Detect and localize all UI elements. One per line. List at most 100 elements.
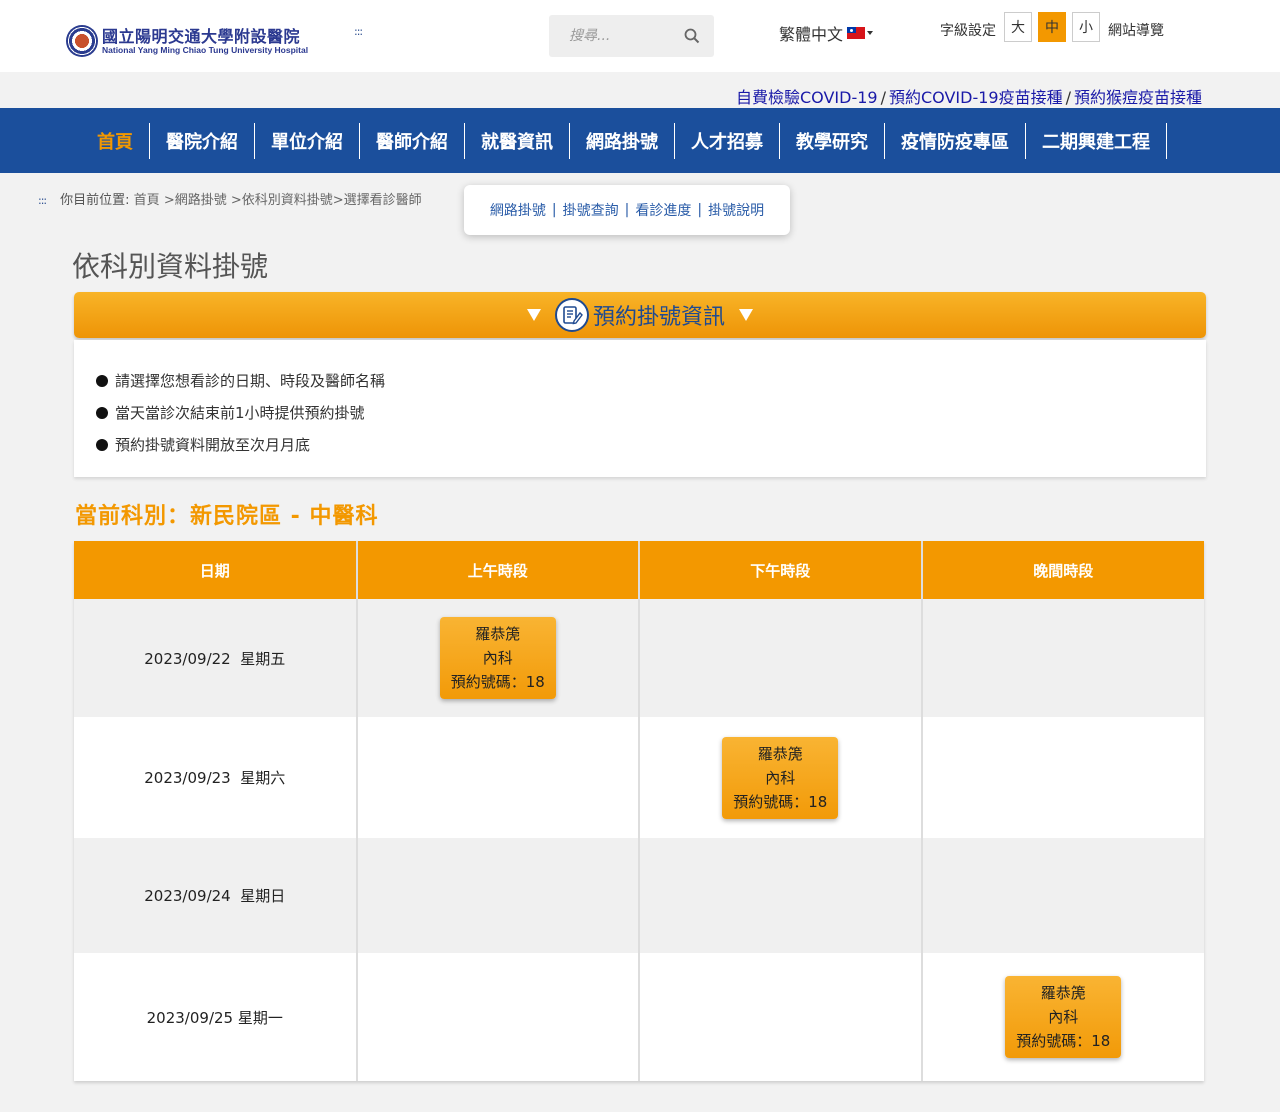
nav-item-home[interactable]: 首頁 — [81, 123, 150, 159]
quick-link-separator: / — [880, 88, 886, 107]
page-title: 依科別資料掛號 — [72, 250, 269, 283]
covid-test-link[interactable]: 自費檢驗COVID-19 — [736, 88, 878, 107]
registration-submenu: 網路掛號 | 掛號查詢 | 看診進度 | 掛號說明 — [464, 185, 790, 235]
font-size-label: 字級設定 — [940, 23, 996, 39]
hospital-seal-icon — [66, 25, 98, 57]
site-header: 國立陽明交通大學附設醫院 National Yang Ming Chiao Tu… — [0, 0, 1280, 72]
nav-item-units[interactable]: 單位介紹 — [255, 123, 360, 159]
info-bar-title: 預約掛號資訊 — [592, 305, 725, 330]
table-row: 2023/09/23 星期六 羅恭箎 內科 預約號碼：18 — [74, 717, 1204, 838]
nav-item-epidemic[interactable]: 疫情防疫專區 — [885, 123, 1026, 159]
bullet-icon — [96, 439, 108, 451]
afternoon-cell: 羅恭箎 內科 預約號碼：18 — [639, 717, 923, 838]
nav-item-about[interactable]: 醫院介紹 — [150, 123, 255, 159]
afternoon-cell — [639, 953, 923, 1081]
language-label: 繁體中文 — [779, 25, 844, 44]
bullet-icon — [96, 407, 108, 419]
date-text: 2023/09/22 星期五 — [144, 649, 286, 668]
header-afternoon: 下午時段 — [639, 541, 923, 599]
date-cell: 2023/09/23 星期六 — [74, 717, 358, 838]
submenu-online-registration[interactable]: 網路掛號 — [490, 200, 546, 220]
quick-links: 自費檢驗COVID-19/預約COVID-19疫苗接種 / 預約猴痘疫苗接種 — [736, 84, 1202, 108]
search-box — [549, 15, 714, 57]
font-size-medium-button[interactable]: 中 — [1038, 12, 1066, 42]
submenu-clinic-progress[interactable]: 看診進度 — [635, 200, 691, 220]
schedule-table: 日期 上午時段 下午時段 晚間時段 2023/09/22 星期五 羅恭箎 內科 … — [74, 541, 1204, 1081]
accesskey-header[interactable]: ::: — [354, 25, 363, 38]
appointment-number: 預約號碼：18 — [450, 673, 545, 691]
submenu-separator: | — [697, 202, 703, 218]
info-item: 請選擇您想看診的日期、時段及醫師名稱 — [96, 370, 1206, 402]
doctor-specialty: 內科 — [765, 768, 796, 787]
main-nav: 首頁 醫院介紹 單位介紹 醫師介紹 就醫資訊 網路掛號 人才招募 教學研究 疫情… — [0, 108, 1280, 173]
info-item-text: 當天當診次結束前1小時提供預約掛號 — [115, 404, 365, 422]
nav-item-construction[interactable]: 二期興建工程 — [1026, 123, 1167, 159]
nav-item-medical-info[interactable]: 就醫資訊 — [465, 123, 570, 159]
nav-item-registration[interactable]: 網路掛號 — [570, 123, 675, 159]
table-row: 2023/09/24 星期日 — [74, 838, 1204, 953]
info-item: 當天當診次結束前1小時提供預約掛號 — [96, 402, 1206, 434]
doctor-name: 羅恭箎 — [757, 744, 803, 763]
font-size-small-button[interactable]: 小 — [1072, 12, 1100, 42]
font-size-large-button[interactable]: 大 — [1004, 12, 1032, 42]
nav-item-research[interactable]: 教學研究 — [780, 123, 885, 159]
evening-cell: 羅恭箎 內科 預約號碼：18 — [921, 953, 1204, 1081]
chevron-down-icon — [867, 31, 874, 35]
sitemap-link[interactable]: 網站導覽 — [1108, 20, 1164, 40]
current-department: 當前科別：新民院區 - 中醫科 — [75, 504, 379, 529]
morning-cell — [356, 838, 640, 953]
date-text: 2023/09/24 星期日 — [144, 887, 286, 905]
submenu-separator: | — [551, 202, 557, 218]
mpox-vaccine-link[interactable]: 預約猴痘疫苗接種 — [1074, 88, 1202, 107]
taiwan-flag-icon — [847, 27, 866, 39]
header-date: 日期 — [74, 541, 358, 599]
submenu-separator: | — [624, 202, 630, 218]
info-item: 預約掛號資料開放至次月月底 — [96, 434, 1206, 466]
afternoon-cell — [639, 599, 923, 717]
breadcrumb-label: 你目前位置: — [60, 193, 130, 208]
hospital-logo[interactable]: 國立陽明交通大學附設醫院 National Yang Ming Chiao Tu… — [66, 23, 326, 59]
logo-chinese-name: 國立陽明交通大學附設醫院 — [102, 27, 301, 46]
breadcrumb-select-doctor[interactable]: >選擇看診醫師 — [333, 193, 422, 208]
covid-vaccine-link[interactable]: 預約COVID-19疫苗接種 — [889, 88, 1063, 107]
breadcrumb-registration[interactable]: >網路掛號 — [164, 193, 227, 208]
evening-cell — [921, 838, 1204, 953]
bullet-icon — [96, 375, 108, 387]
appointment-info-bar[interactable]: 預約掛號資訊 — [74, 292, 1206, 338]
doctor-name: 羅恭箎 — [475, 625, 521, 643]
date-text: 2023/09/25 星期一 — [146, 1008, 283, 1027]
triangle-down-icon — [739, 309, 753, 321]
edit-note-icon — [554, 298, 589, 332]
morning-cell — [356, 953, 640, 1081]
header-morning: 上午時段 — [356, 541, 640, 599]
breadcrumb-by-department[interactable]: >依科別資料掛號 — [231, 193, 333, 208]
date-text: 2023/09/23 星期六 — [144, 769, 286, 787]
table-row: 2023/09/22 星期五 羅恭箎 內科 預約號碼：18 — [74, 599, 1204, 717]
table-header-row: 日期 上午時段 下午時段 晚間時段 — [74, 541, 1204, 599]
breadcrumb-home[interactable]: 首頁 — [134, 193, 160, 208]
quick-link-separator: / — [1065, 88, 1071, 107]
doctor-specialty: 內科 — [1048, 1008, 1079, 1026]
search-icon[interactable] — [684, 28, 700, 44]
nav-item-doctors[interactable]: 醫師介紹 — [360, 123, 465, 159]
logo-english-name: National Yang Ming Chiao Tung University… — [102, 45, 309, 55]
language-selector[interactable]: 繁體中文 — [779, 21, 874, 45]
evening-cell — [921, 717, 1204, 838]
appointment-number: 預約號碼：18 — [1016, 1032, 1111, 1050]
submenu-registration-help[interactable]: 掛號說明 — [708, 200, 764, 220]
appointment-slot-button[interactable]: 羅恭箎 內科 預約號碼：18 — [722, 736, 839, 819]
nav-item-careers[interactable]: 人才招募 — [675, 123, 780, 159]
appointment-slot-button[interactable]: 羅恭箎 內科 預約號碼：18 — [439, 617, 556, 699]
date-cell: 2023/09/22 星期五 — [74, 599, 358, 717]
submenu-registration-query[interactable]: 掛號查詢 — [563, 200, 619, 220]
evening-cell — [921, 599, 1204, 717]
appointment-slot-button[interactable]: 羅恭箎 內科 預約號碼：18 — [1005, 976, 1122, 1058]
info-item-text: 預約掛號資料開放至次月月底 — [115, 436, 311, 454]
table-row: 2023/09/25 星期一 羅恭箎 內科 預約號碼：18 — [74, 953, 1204, 1081]
morning-cell: 羅恭箎 內科 預約號碼：18 — [356, 599, 640, 717]
appointment-info-panel: 請選擇您想看診的日期、時段及醫師名稱 當天當診次結束前1小時提供預約掛號 預約掛… — [74, 340, 1206, 477]
accesskey-content[interactable]: ::: — [38, 194, 47, 207]
doctor-name: 羅恭箎 — [1040, 984, 1086, 1002]
date-cell: 2023/09/24 星期日 — [74, 838, 358, 953]
search-input[interactable] — [549, 15, 689, 57]
